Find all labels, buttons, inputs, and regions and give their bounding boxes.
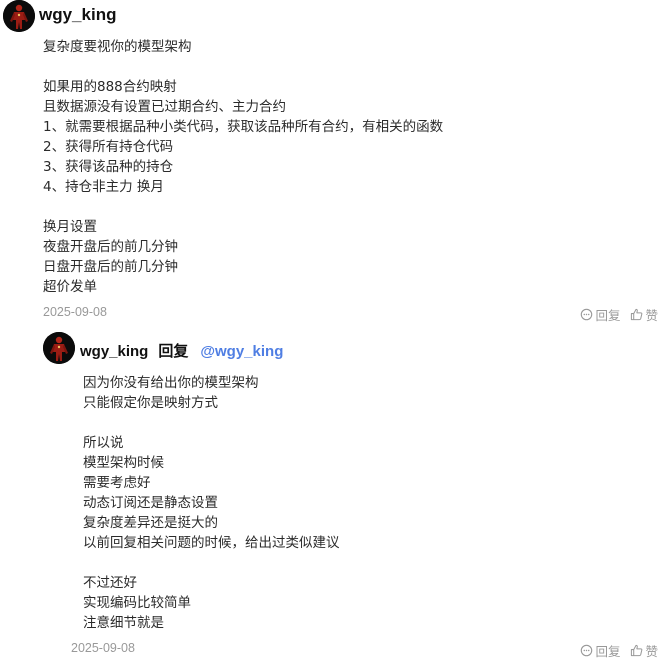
like-label: 赞 — [645, 644, 658, 659]
thumbs-up-icon — [631, 308, 643, 321]
like-label: 赞 — [645, 308, 658, 323]
comment-like-button[interactable]: 赞 — [630, 305, 658, 324]
reply-word: 回复 — [158, 343, 189, 360]
thumbs-up-icon — [631, 644, 643, 657]
text-line: 2、获得所有持仓代码 — [43, 139, 174, 155]
text-line: 注意细节就是 — [83, 615, 164, 631]
reply-date: 2025-09-08 — [71, 641, 135, 655]
text-line: 不过还好 — [83, 575, 137, 591]
text-line: 动态订阅还是静态设置 — [83, 495, 218, 511]
text-line: 实现编码比较简单 — [83, 595, 191, 611]
comment-reply-button[interactable]: 回复 — [580, 305, 620, 324]
text-line: 4、持仓非主力 换月 — [43, 179, 164, 195]
comment-body: 复杂度要视你的模型架构 如果用的888合约映射且数据源没有设置已过期合约、主力合约… — [43, 37, 443, 297]
text-line: 超价发单 — [43, 279, 97, 295]
comment-date: 2025-09-08 — [43, 305, 107, 319]
text-line: 换月设置 — [43, 219, 97, 235]
text-line — [83, 413, 340, 433]
reply-author[interactable]: wgy_king — [80, 343, 148, 360]
text-line: 复杂度要视你的模型架构 — [43, 39, 192, 55]
comment-bubble-icon — [581, 644, 593, 657]
text-line: 日盘开盘后的前几分钟 — [43, 259, 178, 275]
text-line: 以前回复相关问题的时候，给出过类似建议 — [83, 535, 340, 551]
comment-author[interactable]: wgy_king — [39, 5, 116, 25]
reply-mention-link[interactable]: @wgy_king — [200, 343, 283, 360]
reply-avatar[interactable] — [43, 332, 75, 364]
text-line: 只能假定你是映射方式 — [83, 395, 218, 411]
text-line: 夜盘开盘后的前几分钟 — [43, 239, 178, 255]
text-line: 所以说 — [83, 435, 124, 451]
reply-header: wgy_king 回复 @wgy_king — [80, 340, 283, 361]
text-line: 因为你没有给出你的模型架构 — [83, 375, 259, 391]
text-line — [43, 197, 443, 217]
reply-body: 因为你没有给出你的模型架构 只能假定你是映射方式 所以说模型架构时候 需要考虑好动态订… — [83, 373, 340, 633]
reply-actions: 回复 赞 — [580, 641, 658, 660]
reply-reply-button[interactable]: 回复 — [580, 641, 620, 660]
text-line: 需要考虑好 — [83, 475, 151, 491]
comment-actions: 回复 赞 — [580, 305, 658, 324]
text-line: 如果用的888合约映射 — [43, 79, 177, 95]
reply-label: 回复 — [595, 308, 621, 323]
text-line: 复杂度差异还是挺大的 — [83, 515, 218, 531]
text-line: 且数据源没有设置已过期合约、主力合约 — [43, 99, 286, 115]
text-line — [83, 553, 340, 573]
text-line: 3、获得该品种的持仓 — [43, 159, 174, 175]
text-line: 1、就需要根据品种小类代码，获取该品种所有合约，有相关的函数 — [43, 119, 444, 135]
comment-bubble-icon — [581, 308, 593, 321]
avatar-figure-icon — [3, 0, 35, 32]
reply-like-button[interactable]: 赞 — [630, 641, 658, 660]
avatar-figure-icon — [43, 332, 75, 364]
reply-label: 回复 — [595, 644, 621, 659]
text-line — [43, 57, 443, 77]
avatar[interactable] — [3, 0, 35, 32]
text-line: 模型架构时候 — [83, 455, 164, 471]
